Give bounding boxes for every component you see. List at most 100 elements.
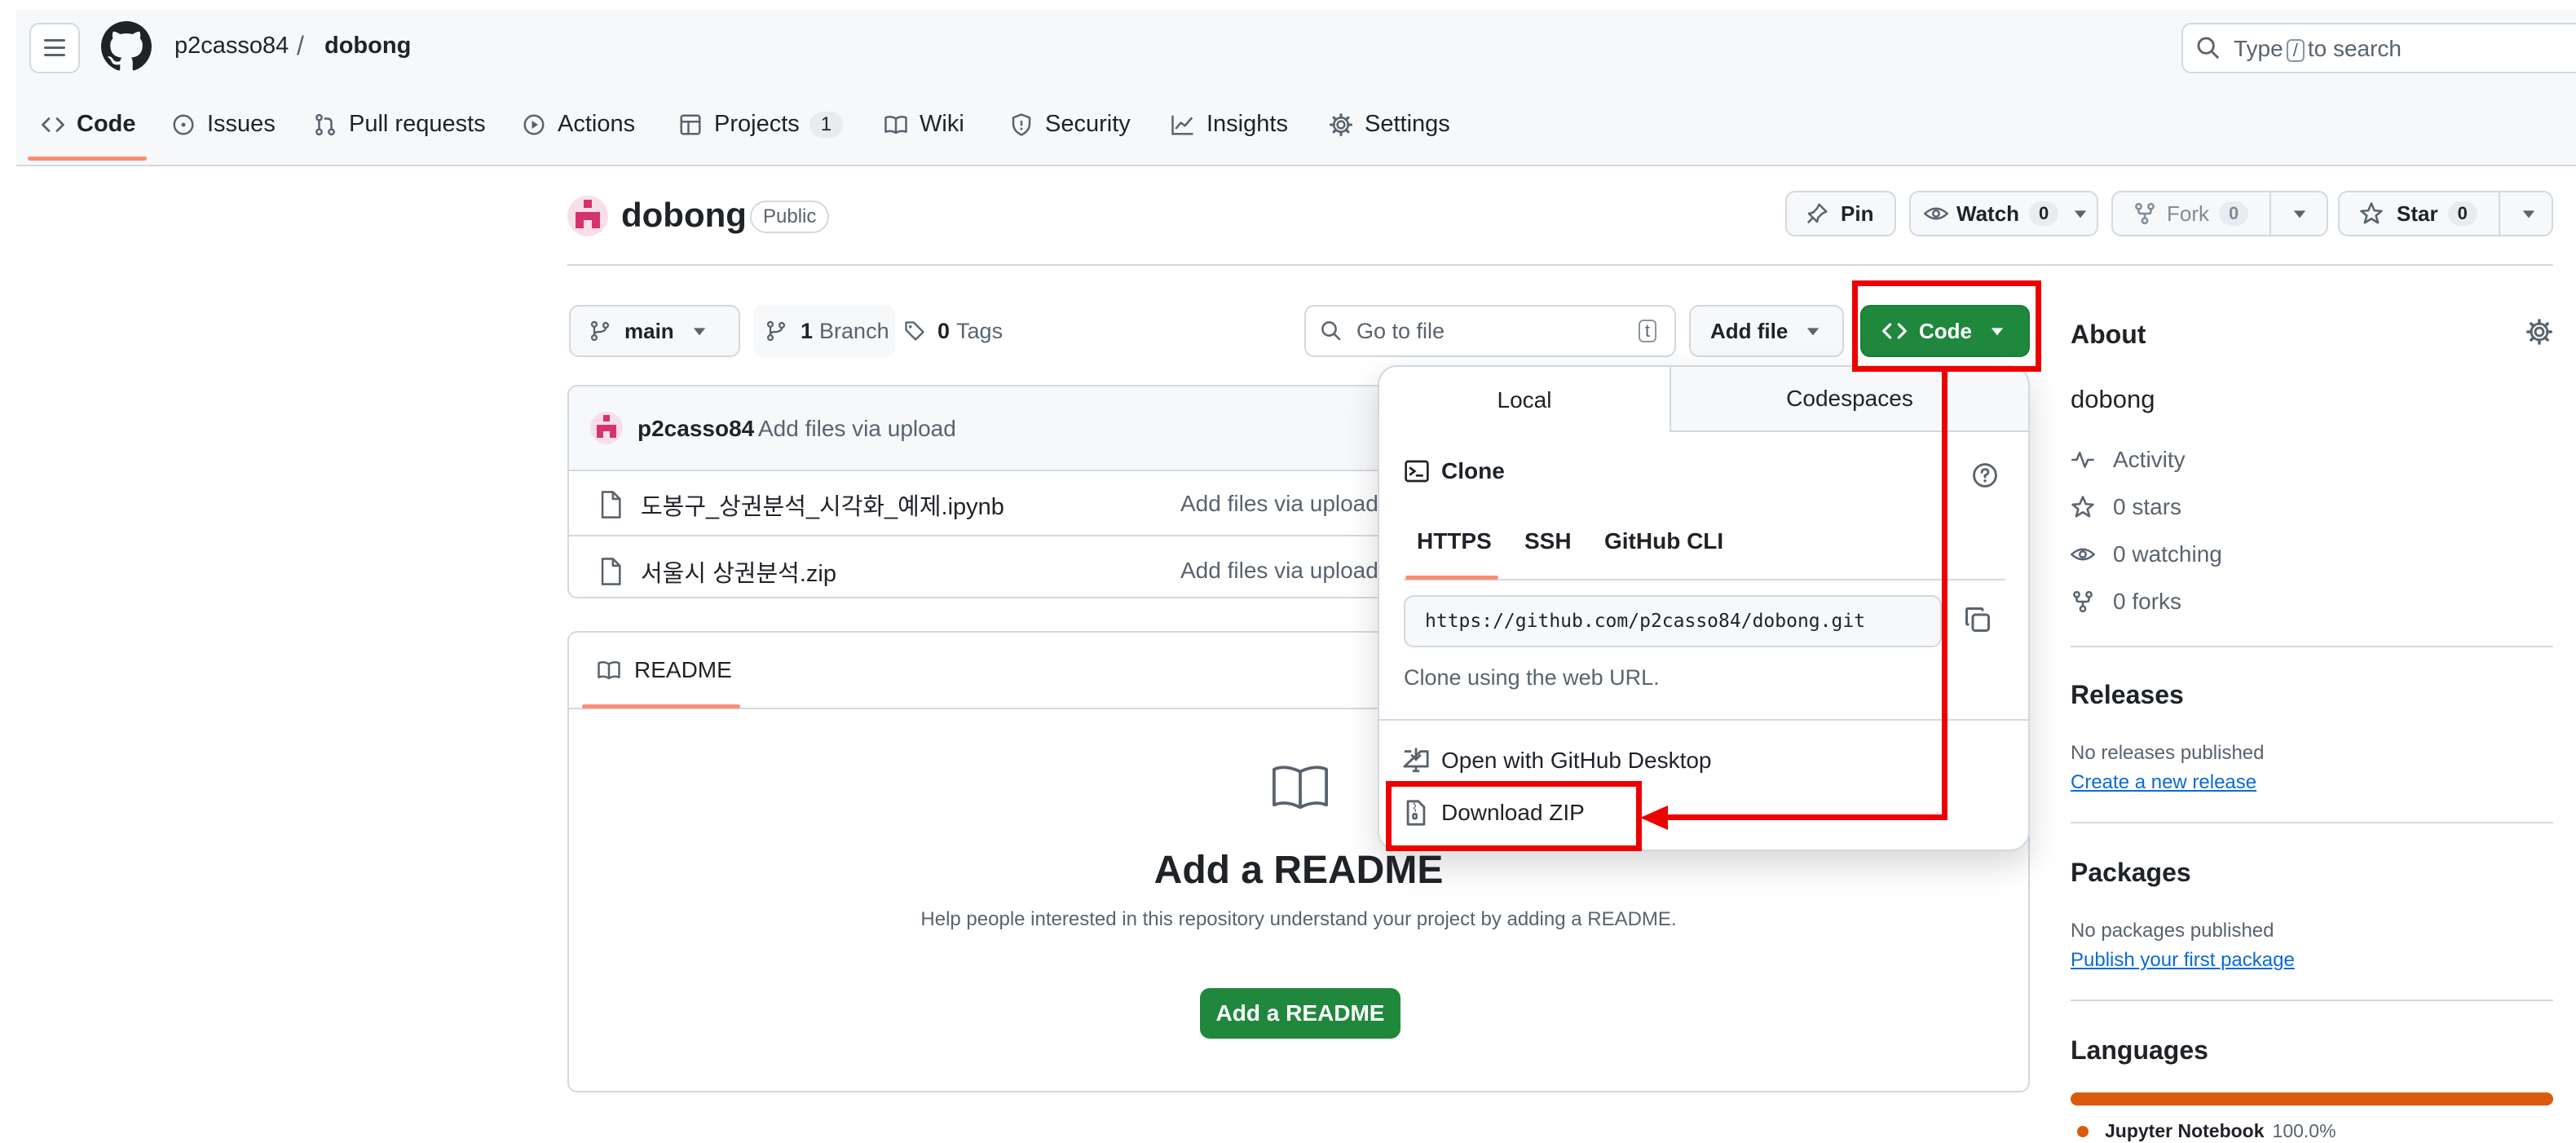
protocol-tab-ssh[interactable]: SSH: [1524, 528, 1572, 554]
create-release-link[interactable]: Create a new release: [2071, 771, 2256, 794]
file-row[interactable]: 서울시 상권분석.zip: [598, 554, 836, 589]
tab-insights[interactable]: Insights: [1171, 111, 1288, 138]
annotation-arrow-line-vertical: [1942, 372, 1947, 820]
tab-label: Wiki: [920, 111, 964, 137]
commit-message[interactable]: Add files via upload: [758, 416, 956, 442]
protocol-tab-indicator: [1405, 576, 1498, 580]
title-divider: [567, 264, 2553, 266]
star-button[interactable]: Star 0: [2338, 191, 2553, 236]
repo-forked-icon: [2135, 202, 2155, 225]
tab-local-label: Local: [1497, 387, 1552, 413]
go-to-file-input[interactable]: Go to file t: [1304, 305, 1676, 357]
pin-button[interactable]: Pin: [1785, 191, 1896, 236]
tab-code[interactable]: Code: [41, 111, 136, 138]
breadcrumb-separator: /: [297, 31, 304, 60]
packages-title[interactable]: Packages: [2071, 858, 2191, 888]
language-name: Jupyter Notebook: [2105, 1120, 2265, 1141]
tab-actions[interactable]: Actions: [522, 111, 635, 138]
eye-icon: [1924, 207, 1948, 220]
go-to-file-placeholder: Go to file: [1356, 318, 1445, 343]
tab-codespaces-label: Codespaces: [1786, 386, 1913, 411]
gear-icon[interactable]: [2525, 318, 2553, 346]
tab-label: Projects: [714, 111, 800, 137]
tab-security[interactable]: Security: [1009, 111, 1131, 138]
branches-link[interactable]: 1 Branch: [753, 305, 895, 357]
projects-count: 1: [809, 111, 844, 138]
caret-down-icon[interactable]: [2292, 206, 2307, 221]
play-icon: [523, 114, 545, 135]
tab-projects[interactable]: Projects 1: [678, 111, 844, 138]
open-with-desktop-item[interactable]: Open with GitHub Desktop: [1402, 747, 1712, 775]
language-item[interactable]: Jupyter Notebook 100.0%: [2077, 1120, 2336, 1142]
table-icon: [680, 114, 701, 135]
stars-link[interactable]: 0 stars: [2071, 494, 2181, 520]
issue-opened-icon: [173, 114, 194, 135]
commit-author-avatar[interactable]: [590, 412, 623, 444]
search-placeholder: Type / to search: [2234, 36, 2402, 62]
caret-down-icon: [693, 328, 705, 336]
branches-count: 1: [801, 318, 814, 343]
releases-title[interactable]: Releases: [2071, 680, 2184, 710]
annotation-arrowhead-icon: [1640, 805, 1668, 830]
file-commit-message[interactable]: Add files via upload: [1180, 491, 1378, 517]
pulse-icon: [2071, 452, 2094, 468]
tab-pull-requests[interactable]: Pull requests: [313, 111, 486, 138]
repo-owner-avatar[interactable]: [567, 196, 608, 236]
search-icon: [1321, 321, 1341, 341]
commit-author[interactable]: p2casso84: [637, 416, 754, 442]
question-icon[interactable]: [1971, 461, 1999, 489]
caret-down-icon: [2075, 210, 2087, 218]
activity-link[interactable]: Activity: [2071, 447, 2186, 473]
tags-count: 0: [937, 318, 951, 343]
caret-down-icon[interactable]: [2521, 206, 2536, 221]
file-icon: [601, 491, 621, 519]
packages-empty: No packages published: [2071, 920, 2274, 942]
file-commit-message[interactable]: Add files via upload: [1180, 558, 1378, 584]
copy-icon[interactable]: [1963, 605, 1992, 634]
clone-url-input[interactable]: https://github.com/p2casso84/dobong.git: [1404, 595, 1942, 647]
pin-label: Pin: [1841, 201, 1874, 226]
git-branch-icon: [766, 320, 786, 342]
branch-name: main: [624, 318, 674, 343]
readme-tab-indicator: [582, 704, 740, 708]
watch-button[interactable]: Watch 0: [1909, 191, 2098, 236]
branch-selector[interactable]: main: [569, 305, 740, 357]
add-file-button[interactable]: Add file: [1689, 305, 1844, 357]
file-row[interactable]: 도봉구_상권분석_시각화_예제.ipynb: [598, 488, 1004, 522]
visibility-badge: Public: [750, 201, 830, 233]
file-name[interactable]: 서울시 상권분석.zip: [641, 554, 836, 589]
menu-button[interactable]: [29, 23, 80, 73]
tab-issues[interactable]: Issues: [171, 111, 276, 138]
watch-label: Watch: [1956, 201, 2020, 226]
star-icon: [2071, 496, 2094, 518]
tab-label: Code: [77, 111, 136, 137]
tab-label: Insights: [1206, 111, 1288, 137]
protocol-tab-https[interactable]: HTTPS: [1417, 528, 1492, 554]
open-with-desktop-label: Open with GitHub Desktop: [1441, 748, 1712, 773]
github-logo-icon[interactable]: [101, 21, 152, 72]
search-shortcut-key: /: [2286, 39, 2305, 62]
tab-wiki[interactable]: Wiki: [884, 111, 964, 138]
tags-link[interactable]: 0 Tags: [903, 305, 1026, 357]
repo-title[interactable]: dobong: [621, 196, 747, 235]
file-name[interactable]: 도봉구_상권분석_시각화_예제.ipynb: [641, 488, 1004, 522]
fork-count: 0: [2219, 201, 2249, 226]
breadcrumb-repo[interactable]: dobong: [324, 33, 411, 60]
readme-tab[interactable]: README: [595, 657, 732, 683]
graph-icon: [1171, 115, 1193, 135]
tab-local[interactable]: Local: [1379, 367, 1670, 434]
language-percent: 100.0%: [2272, 1120, 2336, 1141]
watching-link[interactable]: 0 watching: [2071, 541, 2222, 567]
fork-button[interactable]: Fork 0: [2111, 191, 2328, 236]
about-title: About: [2071, 320, 2146, 349]
tab-settings[interactable]: Settings: [1329, 111, 1450, 138]
breadcrumb-owner[interactable]: p2casso84: [174, 33, 289, 60]
forks-link[interactable]: 0 forks: [2071, 589, 2181, 615]
publish-package-link[interactable]: Publish your first package: [2071, 949, 2295, 972]
tab-codespaces[interactable]: Codespaces: [1670, 367, 2028, 432]
activity-label: Activity: [2113, 447, 2186, 472]
releases-empty: No releases published: [2071, 742, 2265, 764]
languages-title: Languages: [2071, 1035, 2208, 1065]
add-readme-button[interactable]: Add a README: [1200, 988, 1400, 1039]
protocol-tab-github-cli[interactable]: GitHub CLI: [1604, 528, 1723, 554]
